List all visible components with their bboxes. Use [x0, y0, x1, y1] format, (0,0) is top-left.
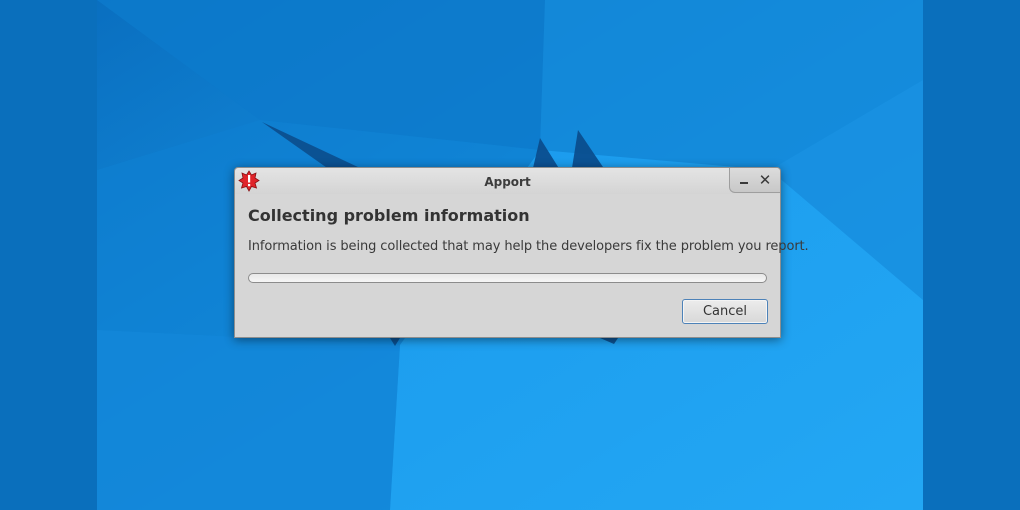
minimize-icon[interactable] — [734, 171, 754, 189]
window-controls: ✕ — [729, 168, 780, 193]
apport-dialog: Apport ✕ Collecting problem information … — [234, 167, 809, 338]
window-titlebar[interactable]: Apport ✕ — [235, 168, 780, 194]
cancel-button[interactable]: Cancel — [682, 299, 768, 324]
progress-bar — [248, 273, 767, 283]
dialog-heading: Collecting problem information — [248, 206, 530, 225]
window-title: Apport — [484, 175, 531, 189]
desktop: Apport ✕ Collecting problem information … — [0, 0, 1020, 510]
close-icon[interactable]: ✕ — [755, 171, 775, 189]
dialog-message: Information is being collected that may … — [248, 239, 809, 254]
